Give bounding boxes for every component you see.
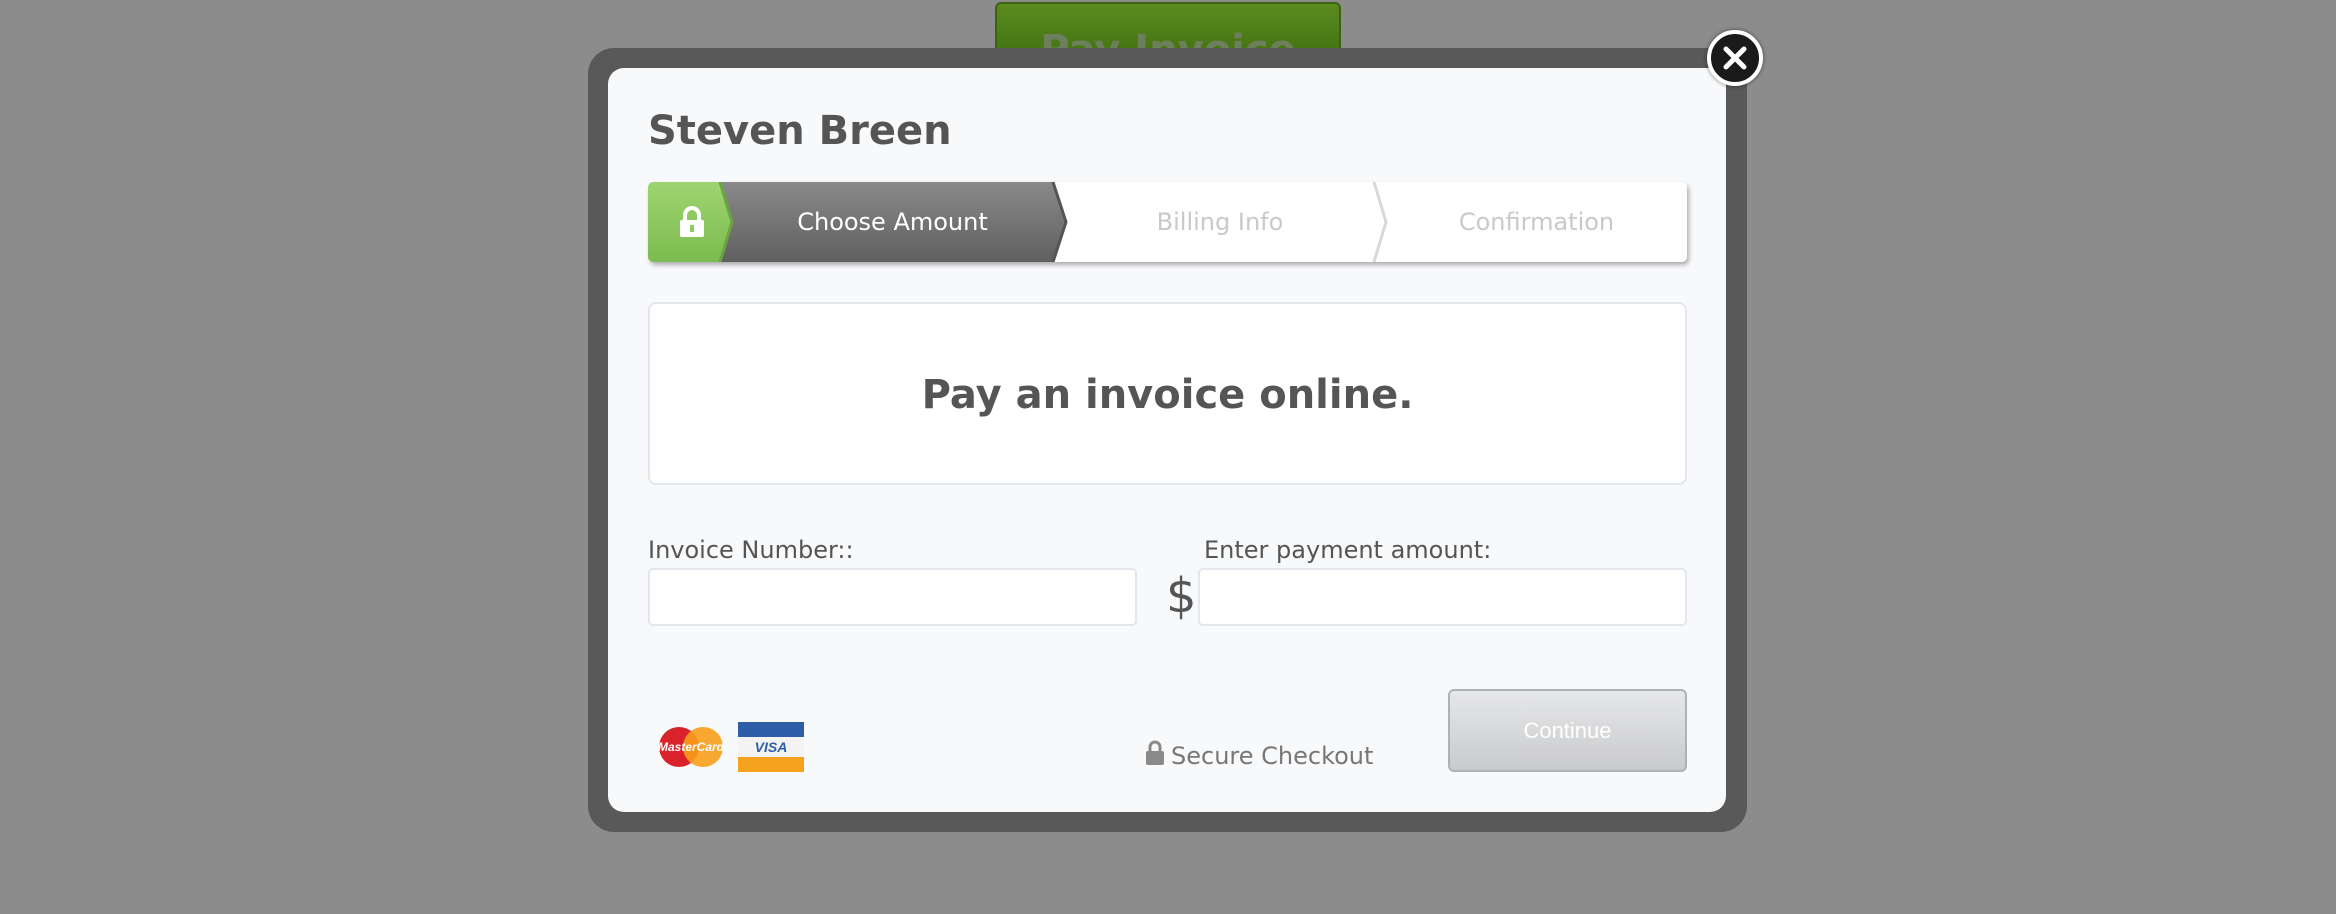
info-banner: Pay an invoice online. [648, 302, 1687, 485]
payer-name-heading: Steven Breen [648, 108, 952, 154]
secure-checkout: Secure Checkout [1145, 740, 1373, 772]
step-choose-amount: Choose Amount [797, 208, 988, 236]
visa-text: VISA [755, 739, 788, 755]
currency-symbol: $ [1166, 568, 1197, 624]
close-icon [1723, 46, 1747, 70]
close-modal-button[interactable] [1707, 30, 1763, 86]
mastercard-text: MasterCard [658, 740, 725, 754]
continue-button[interactable]: Continue [1448, 689, 1687, 772]
checkout-steps: Choose Amount Billing Info Confirmation [648, 182, 1687, 262]
payment-amount-label: Enter payment amount: [1204, 536, 1492, 564]
step-billing-info: Billing Info [1156, 208, 1284, 236]
step-lock-icon [678, 206, 706, 242]
step-confirmation: Confirmation [1458, 208, 1615, 236]
secure-lock-icon [1145, 740, 1165, 772]
banner-text: Pay an invoice online. [921, 372, 1414, 418]
visa-icon: VISA [738, 722, 804, 776]
mastercard-icon: MasterCard [656, 724, 726, 774]
payment-amount-input[interactable] [1198, 568, 1687, 626]
invoice-number-label: Invoice Number:: [648, 536, 854, 564]
invoice-number-input[interactable] [648, 568, 1137, 626]
secure-checkout-text: Secure Checkout [1171, 742, 1374, 770]
